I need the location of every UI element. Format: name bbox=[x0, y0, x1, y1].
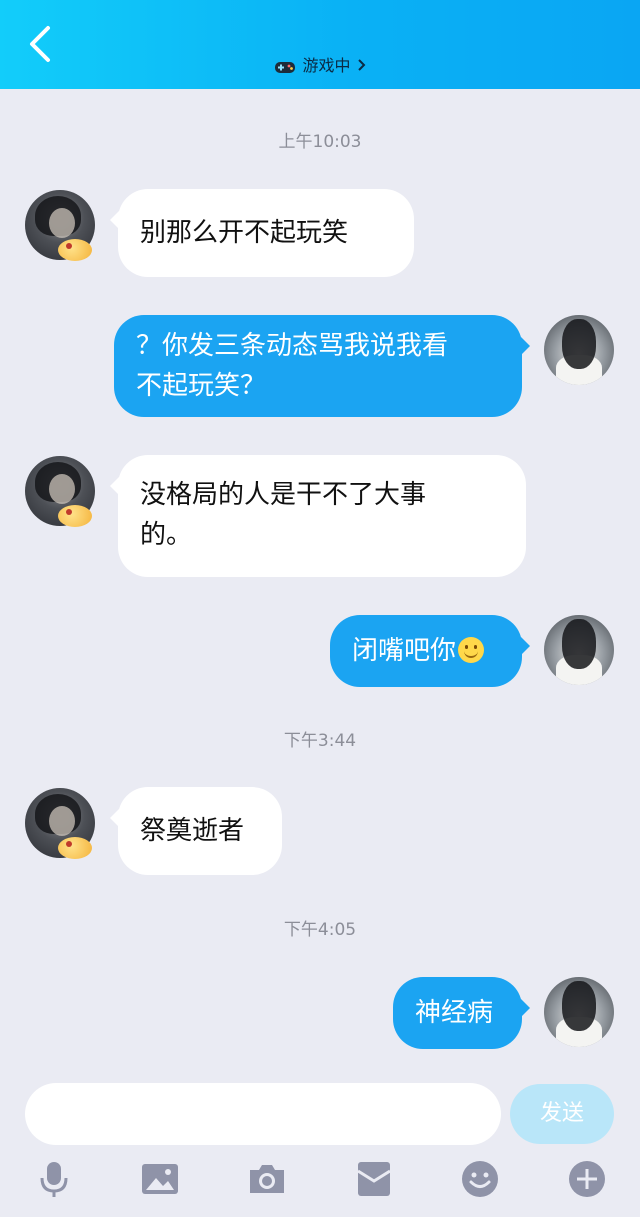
send-button[interactable]: 发送 bbox=[510, 1084, 614, 1144]
contact-status[interactable]: 游戏中 bbox=[0, 52, 640, 76]
message-list[interactable]: 上午10:03 别那么开不起玩笑 ？你发三条动态骂我说我看 不起玩笑？ 没格局的… bbox=[0, 89, 640, 1067]
chevron-right-icon bbox=[357, 59, 365, 71]
message-bubble-outgoing[interactable]: 神经病 bbox=[393, 977, 530, 1049]
plus-icon[interactable] bbox=[567, 1159, 607, 1199]
message-bubble-outgoing[interactable]: ？你发三条动态骂我说我看 不起玩笑？ bbox=[114, 315, 530, 417]
message-bubble-incoming[interactable]: 祭奠逝者 bbox=[110, 787, 282, 875]
composer-bar: 发送 bbox=[0, 1067, 640, 1217]
pet-badge-icon bbox=[58, 505, 92, 527]
microphone-icon[interactable] bbox=[34, 1159, 74, 1199]
red-packet-icon[interactable] bbox=[354, 1159, 394, 1199]
message-input[interactable] bbox=[25, 1083, 501, 1145]
my-avatar[interactable] bbox=[544, 315, 614, 385]
pet-badge-icon bbox=[58, 837, 92, 859]
my-avatar[interactable] bbox=[544, 615, 614, 685]
my-avatar[interactable] bbox=[544, 977, 614, 1047]
smile-emoji-icon bbox=[458, 637, 485, 663]
timestamp: 下午4:05 bbox=[283, 920, 357, 940]
camera-icon[interactable] bbox=[247, 1159, 287, 1199]
message-bubble-incoming[interactable]: 别那么开不起玩笑 bbox=[110, 189, 414, 277]
pet-badge-icon bbox=[58, 239, 92, 261]
message-bubble-outgoing[interactable]: 闭嘴吧你 bbox=[330, 615, 530, 687]
timestamp: 上午10:03 bbox=[278, 132, 362, 152]
gamepad-icon bbox=[275, 62, 296, 73]
chat-header: 游戏中 bbox=[0, 0, 640, 89]
status-label: 游戏中 bbox=[302, 56, 351, 75]
timestamp: 下午3:44 bbox=[283, 731, 357, 751]
message-bubble-incoming[interactable]: 没格局的人是干不了大事 的。 bbox=[110, 455, 526, 577]
image-icon[interactable] bbox=[140, 1159, 180, 1199]
emoji-icon[interactable] bbox=[460, 1159, 500, 1199]
